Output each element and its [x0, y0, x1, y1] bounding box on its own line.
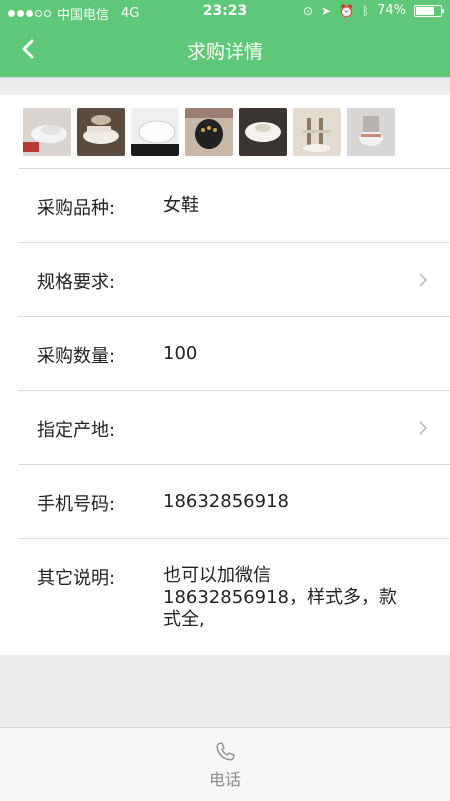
notes-line-3: 式全, — [163, 609, 205, 630]
navigation-bar: 求购详情 — [0, 24, 450, 77]
chevron-right-icon — [418, 272, 428, 288]
shoe-image-1[interactable] — [23, 108, 71, 156]
variety-value: 女鞋 — [163, 195, 199, 216]
quantity-label: 采购数量: — [37, 346, 116, 367]
detail-row-notes: 其它说明: 也可以加微信 18632856918，样式多，款 式全, — [18, 538, 450, 656]
rotation-lock-icon: ⊙ — [302, 3, 313, 18]
page-title: 求购详情 — [186, 41, 263, 63]
notes-line-1: 也可以加微信 — [163, 565, 271, 586]
notes-line-2: 18632856918，样式多，款 — [163, 587, 397, 608]
shoe-image-6[interactable] — [293, 108, 341, 156]
product-gallery — [23, 108, 395, 156]
shoe-image-5[interactable] — [239, 108, 287, 156]
alarm-icon: ⏰ — [338, 3, 354, 18]
app-header: 中国电信 4G 23:23 ⊙ ➤ ⏰ ᛒ 74% 求购详情 — [0, 0, 450, 77]
status-bar: 中国电信 4G 23:23 ⊙ ➤ ⏰ ᛒ 74% — [0, 0, 450, 24]
detail-row-spec[interactable]: 规格要求: — [18, 242, 450, 317]
call-button[interactable]: 电话 — [175, 728, 275, 801]
phone-label: 手机号码: — [37, 494, 116, 515]
purchase-detail-card: 采购品种: 女鞋 规格要求: 采购数量: 100 指定产地: 手机号码: 186… — [0, 95, 450, 655]
quantity-value: 100 — [163, 343, 198, 364]
shoe-image-2[interactable] — [77, 108, 125, 156]
call-label: 电话 — [208, 770, 241, 789]
origin-label: 指定产地: — [37, 420, 116, 441]
detail-row-phone: 手机号码: 18632856918 — [18, 464, 450, 539]
phone-value[interactable]: 18632856918 — [163, 491, 289, 513]
battery-icon — [414, 4, 444, 17]
detail-row-quantity: 采购数量: 100 — [18, 316, 450, 391]
phone-icon — [216, 742, 235, 761]
shoe-image-4[interactable] — [185, 108, 233, 156]
spec-label: 规格要求: — [37, 272, 116, 293]
chevron-right-icon — [418, 420, 428, 436]
shoe-image-3[interactable] — [131, 108, 179, 156]
shoe-image-7[interactable] — [347, 108, 395, 156]
detail-row-variety: 采购品种: 女鞋 — [18, 168, 450, 243]
notes-label: 其它说明: — [37, 568, 116, 589]
battery-percentage: 74% — [377, 3, 406, 18]
location-icon: ➤ — [320, 3, 331, 18]
bottom-action-bar: 电话 — [0, 727, 450, 801]
bluetooth-icon: ᛒ — [361, 3, 370, 18]
notes-value: 也可以加微信 18632856918，样式多，款 式全, — [163, 565, 397, 631]
variety-label: 采购品种: — [37, 198, 116, 219]
detail-row-origin[interactable]: 指定产地: — [18, 390, 450, 465]
